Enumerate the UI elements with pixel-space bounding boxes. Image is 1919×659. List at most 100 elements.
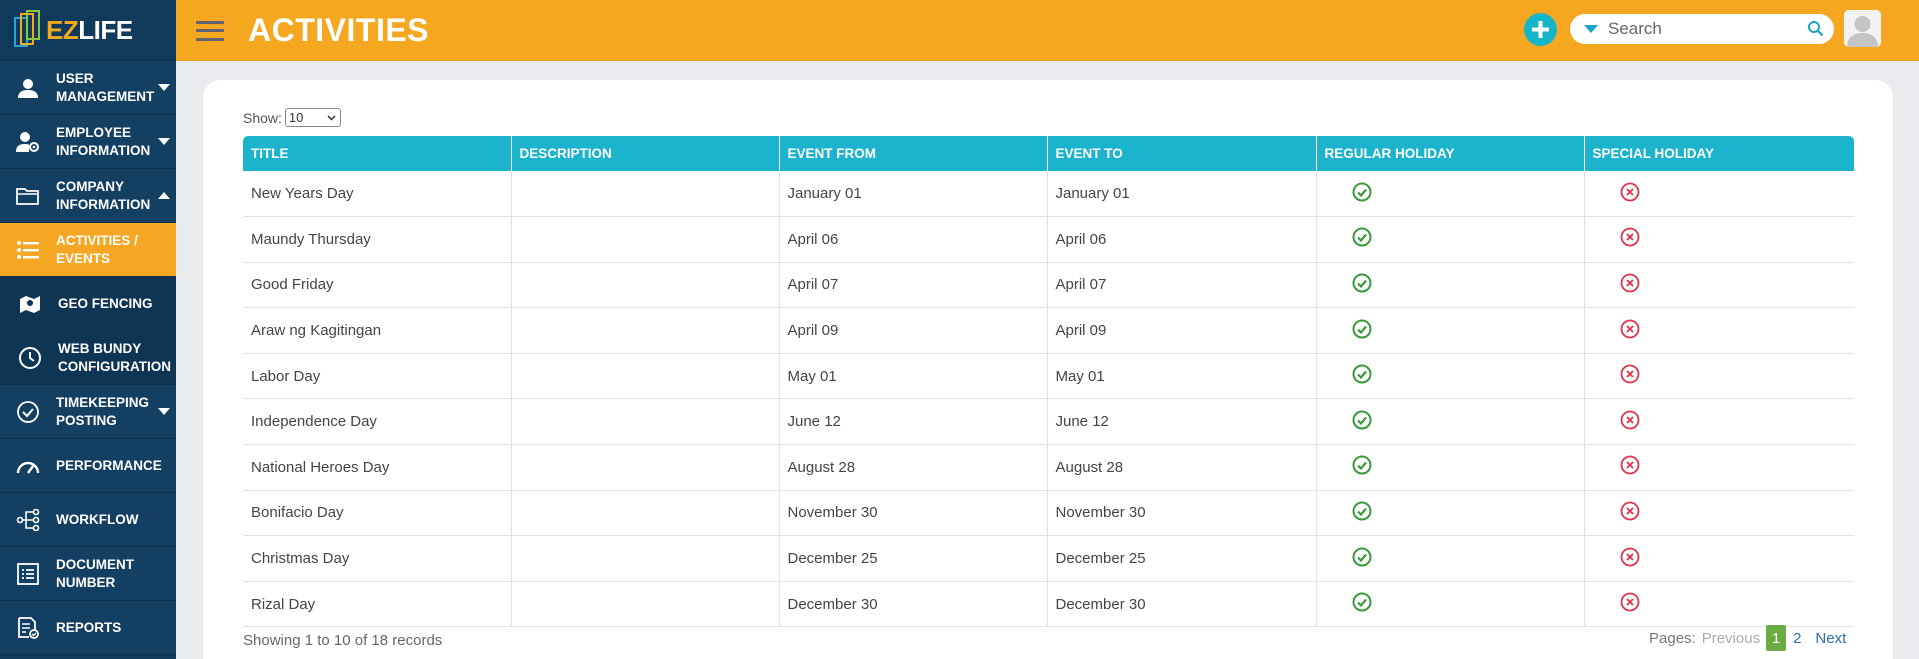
table-row[interactable]: Labor Day May 01 May 01 bbox=[243, 353, 1854, 400]
cell-regular-holiday bbox=[1316, 444, 1585, 491]
sidebar-item-label: PERFORMANCE bbox=[56, 457, 162, 473]
cell-regular-holiday bbox=[1316, 398, 1585, 446]
search-box bbox=[1570, 14, 1834, 44]
sidebar-item-web-bundy-configuration[interactable]: WEB BUNDY CONFIGURATION bbox=[0, 331, 176, 385]
page-size-value: 10 bbox=[288, 110, 304, 125]
sidebar-item-workflow[interactable]: WORKFLOW bbox=[0, 493, 176, 547]
table-row[interactable]: Bonifacio Day November 30 November 30 bbox=[243, 490, 1854, 537]
cell-title: National Heroes Day bbox=[243, 444, 512, 491]
cell-event-to: April 09 bbox=[1047, 307, 1317, 354]
search-input[interactable] bbox=[1608, 19, 1808, 39]
cell-event-to: May 01 bbox=[1047, 353, 1317, 400]
sidebar-item-employee-information[interactable]: EMPLOYEE INFORMATION bbox=[0, 115, 176, 169]
sidebar-item-label: WEB BUNDY CONFIGURATION bbox=[58, 340, 171, 374]
sidebar-item-reports[interactable]: REPORTS bbox=[0, 601, 176, 655]
gauge-icon bbox=[0, 458, 56, 474]
x-circle-icon bbox=[1620, 547, 1640, 571]
cell-description bbox=[511, 262, 780, 309]
cell-event-to: August 28 bbox=[1047, 444, 1317, 491]
cell-title: Independence Day bbox=[243, 398, 512, 446]
cell-title: Christmas Day bbox=[243, 535, 512, 582]
cell-regular-holiday bbox=[1316, 262, 1585, 309]
cell-title: Bonifacio Day bbox=[243, 490, 512, 537]
sidebar-item-label: WORKFLOW bbox=[56, 511, 139, 527]
column-header-description[interactable]: DESCRIPTION bbox=[511, 136, 780, 171]
cell-event-from: April 07 bbox=[779, 262, 1048, 309]
cell-event-from: April 06 bbox=[779, 216, 1048, 263]
table-header-row: TITLE DESCRIPTION EVENT FROM EVENT TO RE… bbox=[243, 136, 1854, 171]
hamburger-menu-icon[interactable] bbox=[196, 18, 224, 44]
column-header-regular-holiday[interactable]: REGULAR HOLIDAY bbox=[1316, 136, 1585, 171]
cell-regular-holiday bbox=[1316, 216, 1585, 263]
sidebar-item-performance[interactable]: PERFORMANCE bbox=[0, 439, 176, 493]
sidebar-item-company-information[interactable]: COMPANY INFORMATION bbox=[0, 169, 176, 223]
cell-special-holiday bbox=[1584, 171, 1854, 218]
table-row[interactable]: Good Friday April 07 April 07 bbox=[243, 262, 1854, 309]
x-circle-icon bbox=[1620, 455, 1640, 479]
sidebar-item-timekeeping-posting[interactable]: TIMEKEEPING POSTING bbox=[0, 385, 176, 439]
cell-description bbox=[511, 444, 780, 491]
check-circle-icon bbox=[1352, 455, 1372, 479]
add-button[interactable] bbox=[1524, 13, 1557, 46]
cell-title: New Years Day bbox=[243, 171, 512, 218]
page-2-link[interactable]: 2 bbox=[1793, 630, 1801, 647]
column-header-title[interactable]: TITLE bbox=[243, 136, 512, 171]
cell-event-from: April 09 bbox=[779, 307, 1048, 354]
user-gear-icon bbox=[0, 131, 56, 153]
cell-title: Good Friday bbox=[243, 262, 512, 309]
cell-special-holiday bbox=[1584, 353, 1854, 400]
sidebar-item-document-number[interactable]: DOCUMENT NUMBER bbox=[0, 547, 176, 601]
sidebar-item-label: ACTIVITIES / EVENTS bbox=[56, 232, 138, 266]
sidebar-item-geo-fencing[interactable]: GEO FENCING bbox=[0, 277, 176, 331]
cell-event-to: April 06 bbox=[1047, 216, 1317, 263]
plus-icon bbox=[1532, 21, 1549, 38]
check-circle-icon bbox=[1352, 273, 1372, 297]
x-circle-icon bbox=[1620, 410, 1640, 434]
next-page-link[interactable]: Next bbox=[1815, 630, 1846, 647]
avatar[interactable] bbox=[1844, 10, 1881, 47]
table-row[interactable]: National Heroes Day August 28 August 28 bbox=[243, 444, 1854, 491]
column-header-special-holiday[interactable]: SPECIAL HOLIDAY bbox=[1584, 136, 1854, 171]
x-circle-icon bbox=[1620, 182, 1640, 206]
logo-text: EZLIFE bbox=[46, 14, 133, 45]
column-header-event-from[interactable]: EVENT FROM bbox=[779, 136, 1048, 171]
page-size-select[interactable]: 10 bbox=[284, 108, 341, 127]
cell-special-holiday bbox=[1584, 535, 1854, 582]
cell-event-from: June 12 bbox=[779, 398, 1048, 446]
user-avatar-icon bbox=[1844, 10, 1881, 47]
cell-regular-holiday bbox=[1316, 307, 1585, 354]
table-row[interactable]: Araw ng Kagitingan April 09 April 09 bbox=[243, 307, 1854, 354]
app-logo[interactable]: EZLIFE bbox=[0, 0, 176, 61]
table-row[interactable]: New Years Day January 01 January 01 bbox=[243, 171, 1854, 218]
workflow-icon bbox=[0, 508, 56, 531]
table-row[interactable]: Christmas Day December 25 December 25 bbox=[243, 535, 1854, 582]
cell-special-holiday bbox=[1584, 444, 1854, 491]
search-icon[interactable] bbox=[1807, 20, 1824, 42]
report-icon bbox=[0, 616, 56, 640]
cell-event-from: December 30 bbox=[779, 581, 1048, 628]
cell-regular-holiday bbox=[1316, 535, 1585, 582]
column-header-event-to[interactable]: EVENT TO bbox=[1047, 136, 1317, 171]
check-circle-icon bbox=[1352, 501, 1372, 525]
content-card: Show: 10 TITLE DESCRIPTION EVENT FROM EV… bbox=[203, 80, 1893, 659]
cell-special-holiday bbox=[1584, 262, 1854, 309]
cell-event-from: November 30 bbox=[779, 490, 1048, 537]
cell-title: Maundy Thursday bbox=[243, 216, 512, 263]
cell-description bbox=[511, 307, 780, 354]
table-row[interactable]: Rizal Day December 30 December 30 bbox=[243, 581, 1854, 628]
sidebar-item-label: GEO FENCING bbox=[58, 295, 153, 311]
records-info: Showing 1 to 10 of 18 records bbox=[243, 632, 443, 649]
previous-page-link[interactable]: Previous bbox=[1702, 630, 1760, 647]
sidebar: EZLIFE USER MANAGEMENT EMPLOYEE INFORMAT… bbox=[0, 0, 176, 659]
sidebar-item-label: REPORTS bbox=[56, 619, 122, 635]
current-page[interactable]: 1 bbox=[1766, 625, 1787, 651]
x-circle-icon bbox=[1620, 227, 1640, 251]
cell-title: Araw ng Kagitingan bbox=[243, 307, 512, 354]
cell-regular-holiday bbox=[1316, 171, 1585, 218]
search-dropdown-icon[interactable] bbox=[1584, 25, 1598, 33]
cell-description bbox=[511, 398, 780, 446]
sidebar-item-user-management[interactable]: USER MANAGEMENT bbox=[0, 61, 176, 115]
sidebar-item-activities-events[interactable]: ACTIVITIES / EVENTS bbox=[0, 223, 176, 277]
table-row[interactable]: Maundy Thursday April 06 April 06 bbox=[243, 216, 1854, 263]
table-row[interactable]: Independence Day June 12 June 12 bbox=[243, 398, 1854, 446]
